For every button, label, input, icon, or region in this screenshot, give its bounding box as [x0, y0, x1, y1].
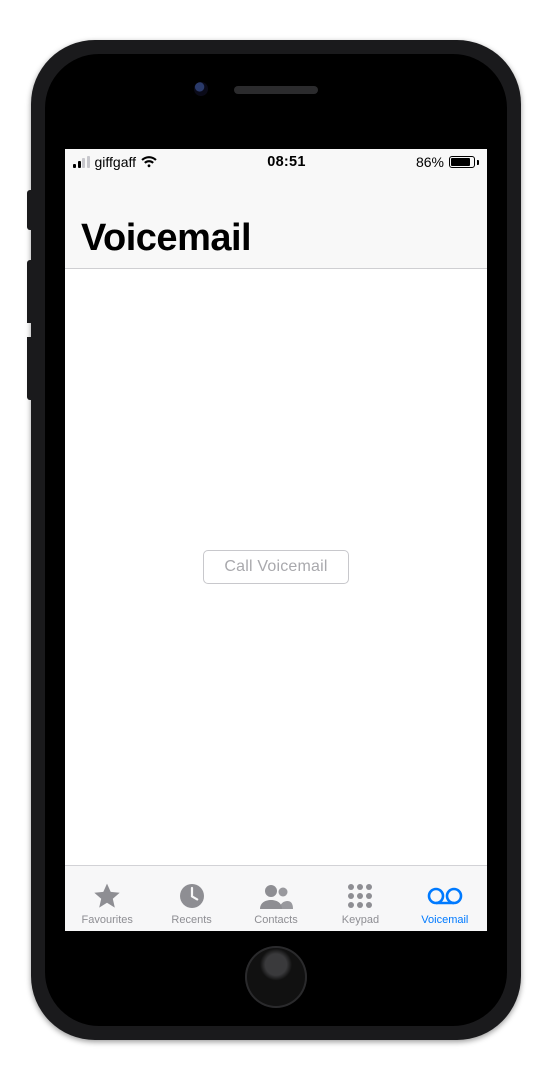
tab-recents[interactable]: Recents	[149, 866, 233, 931]
call-voicemail-button[interactable]: Call Voicemail	[203, 550, 348, 584]
screen: giffgaff 08:51 86% Voicemail	[65, 149, 487, 931]
tab-label: Voicemail	[421, 914, 468, 926]
tab-contacts[interactable]: Contacts	[234, 866, 318, 931]
tab-label: Contacts	[254, 914, 297, 926]
home-button[interactable]	[245, 946, 307, 1008]
front-camera	[194, 82, 208, 96]
status-time: 08:51	[267, 154, 306, 170]
voicemail-icon	[427, 881, 463, 911]
status-right: 86%	[416, 154, 479, 170]
clock-icon	[178, 881, 206, 911]
page-title: Voicemail	[81, 217, 471, 260]
battery-fill	[451, 158, 470, 166]
battery-icon	[449, 156, 479, 168]
content-area: Call Voicemail	[65, 269, 487, 865]
tab-favourites[interactable]: Favourites	[65, 866, 149, 931]
carrier-label: giffgaff	[95, 154, 137, 170]
tab-bar: Favourites Recents Contacts	[65, 865, 487, 931]
wifi-icon	[141, 156, 157, 168]
status-left: giffgaff	[73, 154, 157, 170]
header: Voicemail	[65, 175, 487, 269]
contacts-icon	[259, 881, 293, 911]
tab-keypad[interactable]: Keypad	[318, 866, 402, 931]
tab-label: Favourites	[82, 914, 133, 926]
tab-voicemail[interactable]: Voicemail	[403, 866, 487, 931]
keypad-icon	[348, 881, 372, 911]
phone-bezel: giffgaff 08:51 86% Voicemail	[45, 54, 507, 1026]
battery-percent-label: 86%	[416, 154, 444, 170]
star-icon	[92, 881, 122, 911]
tab-label: Recents	[171, 914, 211, 926]
earpiece-speaker	[234, 86, 318, 94]
cellular-signal-icon	[73, 156, 90, 168]
tab-label: Keypad	[342, 914, 379, 926]
phone-frame: giffgaff 08:51 86% Voicemail	[31, 40, 521, 1040]
status-bar: giffgaff 08:51 86%	[65, 149, 487, 175]
